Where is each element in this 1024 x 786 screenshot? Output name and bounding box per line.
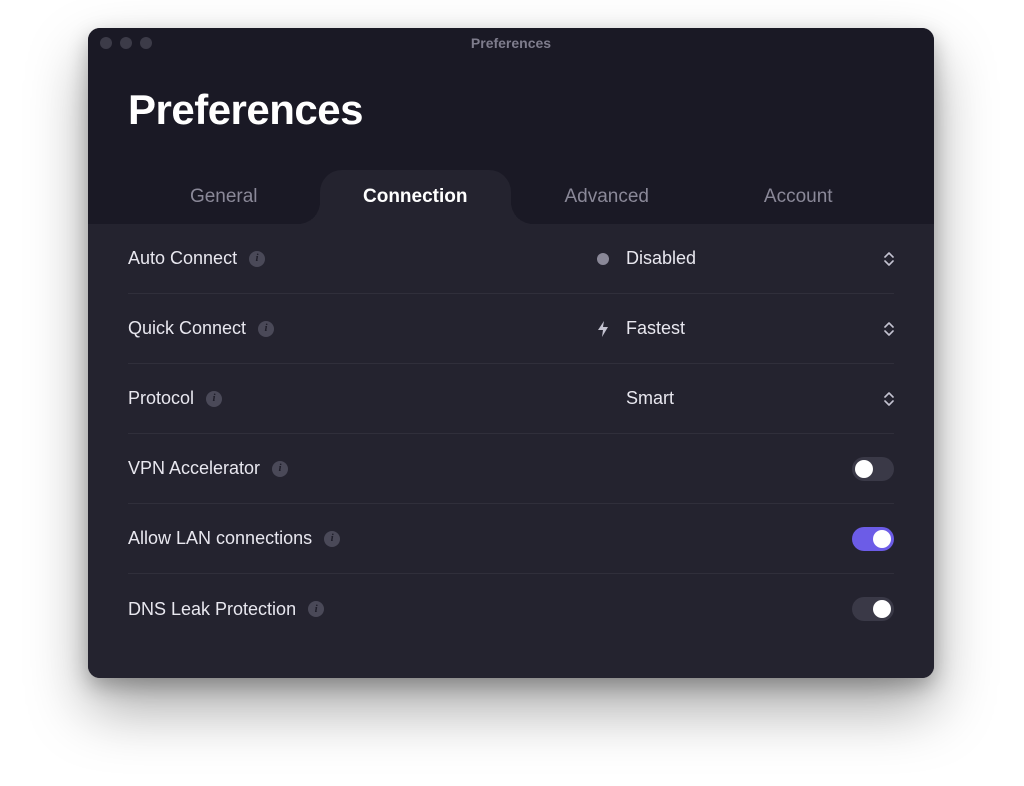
preferences-window: Preferences Preferences General Connecti… [88, 28, 934, 678]
chevron-updown-icon [884, 322, 894, 336]
zoom-window-button[interactable] [140, 37, 152, 49]
auto-connect-select[interactable]: Disabled [594, 248, 894, 269]
allow-lan-toggle[interactable] [852, 527, 894, 551]
setting-row-protocol: Protocol i Smart [128, 364, 894, 434]
bolt-icon [594, 320, 612, 338]
setting-row-dns-leak: DNS Leak Protection i [128, 574, 894, 644]
spacer-icon [594, 390, 612, 408]
protocol-select[interactable]: Smart [594, 388, 894, 409]
info-icon[interactable]: i [308, 601, 324, 617]
tab-advanced[interactable]: Advanced [511, 170, 703, 224]
setting-label: Auto Connect [128, 248, 237, 269]
dns-leak-toggle[interactable] [852, 597, 894, 621]
setting-label: Quick Connect [128, 318, 246, 339]
quick-connect-select[interactable]: Fastest [594, 318, 894, 339]
select-value: Disabled [626, 248, 870, 269]
page-title: Preferences [128, 86, 894, 134]
close-window-button[interactable] [100, 37, 112, 49]
tab-label: Connection [363, 186, 468, 208]
chevron-updown-icon [884, 392, 894, 406]
tab-general[interactable]: General [128, 170, 320, 224]
chevron-updown-icon [884, 252, 894, 266]
vpn-accelerator-toggle[interactable] [852, 457, 894, 481]
setting-row-vpn-accelerator: VPN Accelerator i [128, 434, 894, 504]
select-value: Fastest [626, 318, 870, 339]
tab-label: Advanced [564, 186, 649, 208]
select-value: Smart [626, 388, 870, 409]
setting-row-auto-connect: Auto Connect i Disabled [128, 224, 894, 294]
info-icon[interactable]: i [272, 461, 288, 477]
tabs: General Connection Advanced Account [128, 170, 894, 224]
setting-label: Allow LAN connections [128, 528, 312, 549]
tab-connection[interactable]: Connection [320, 170, 512, 224]
window-title: Preferences [88, 35, 934, 51]
titlebar: Preferences [88, 28, 934, 58]
minimize-window-button[interactable] [120, 37, 132, 49]
tab-label: Account [764, 186, 833, 208]
setting-label: Protocol [128, 388, 194, 409]
info-icon[interactable]: i [249, 251, 265, 267]
tab-label: General [190, 186, 258, 208]
tab-account[interactable]: Account [703, 170, 895, 224]
setting-label: VPN Accelerator [128, 458, 260, 479]
info-icon[interactable]: i [324, 531, 340, 547]
info-icon[interactable]: i [206, 391, 222, 407]
traffic-lights [100, 37, 152, 49]
setting-row-allow-lan: Allow LAN connections i [128, 504, 894, 574]
settings-panel: Auto Connect i Disabled Quick Connect i [88, 224, 934, 678]
setting-label: DNS Leak Protection [128, 599, 296, 620]
disabled-dot-icon [594, 250, 612, 268]
header: Preferences General Connection Advanced … [88, 58, 934, 224]
info-icon[interactable]: i [258, 321, 274, 337]
setting-row-quick-connect: Quick Connect i Fastest [128, 294, 894, 364]
